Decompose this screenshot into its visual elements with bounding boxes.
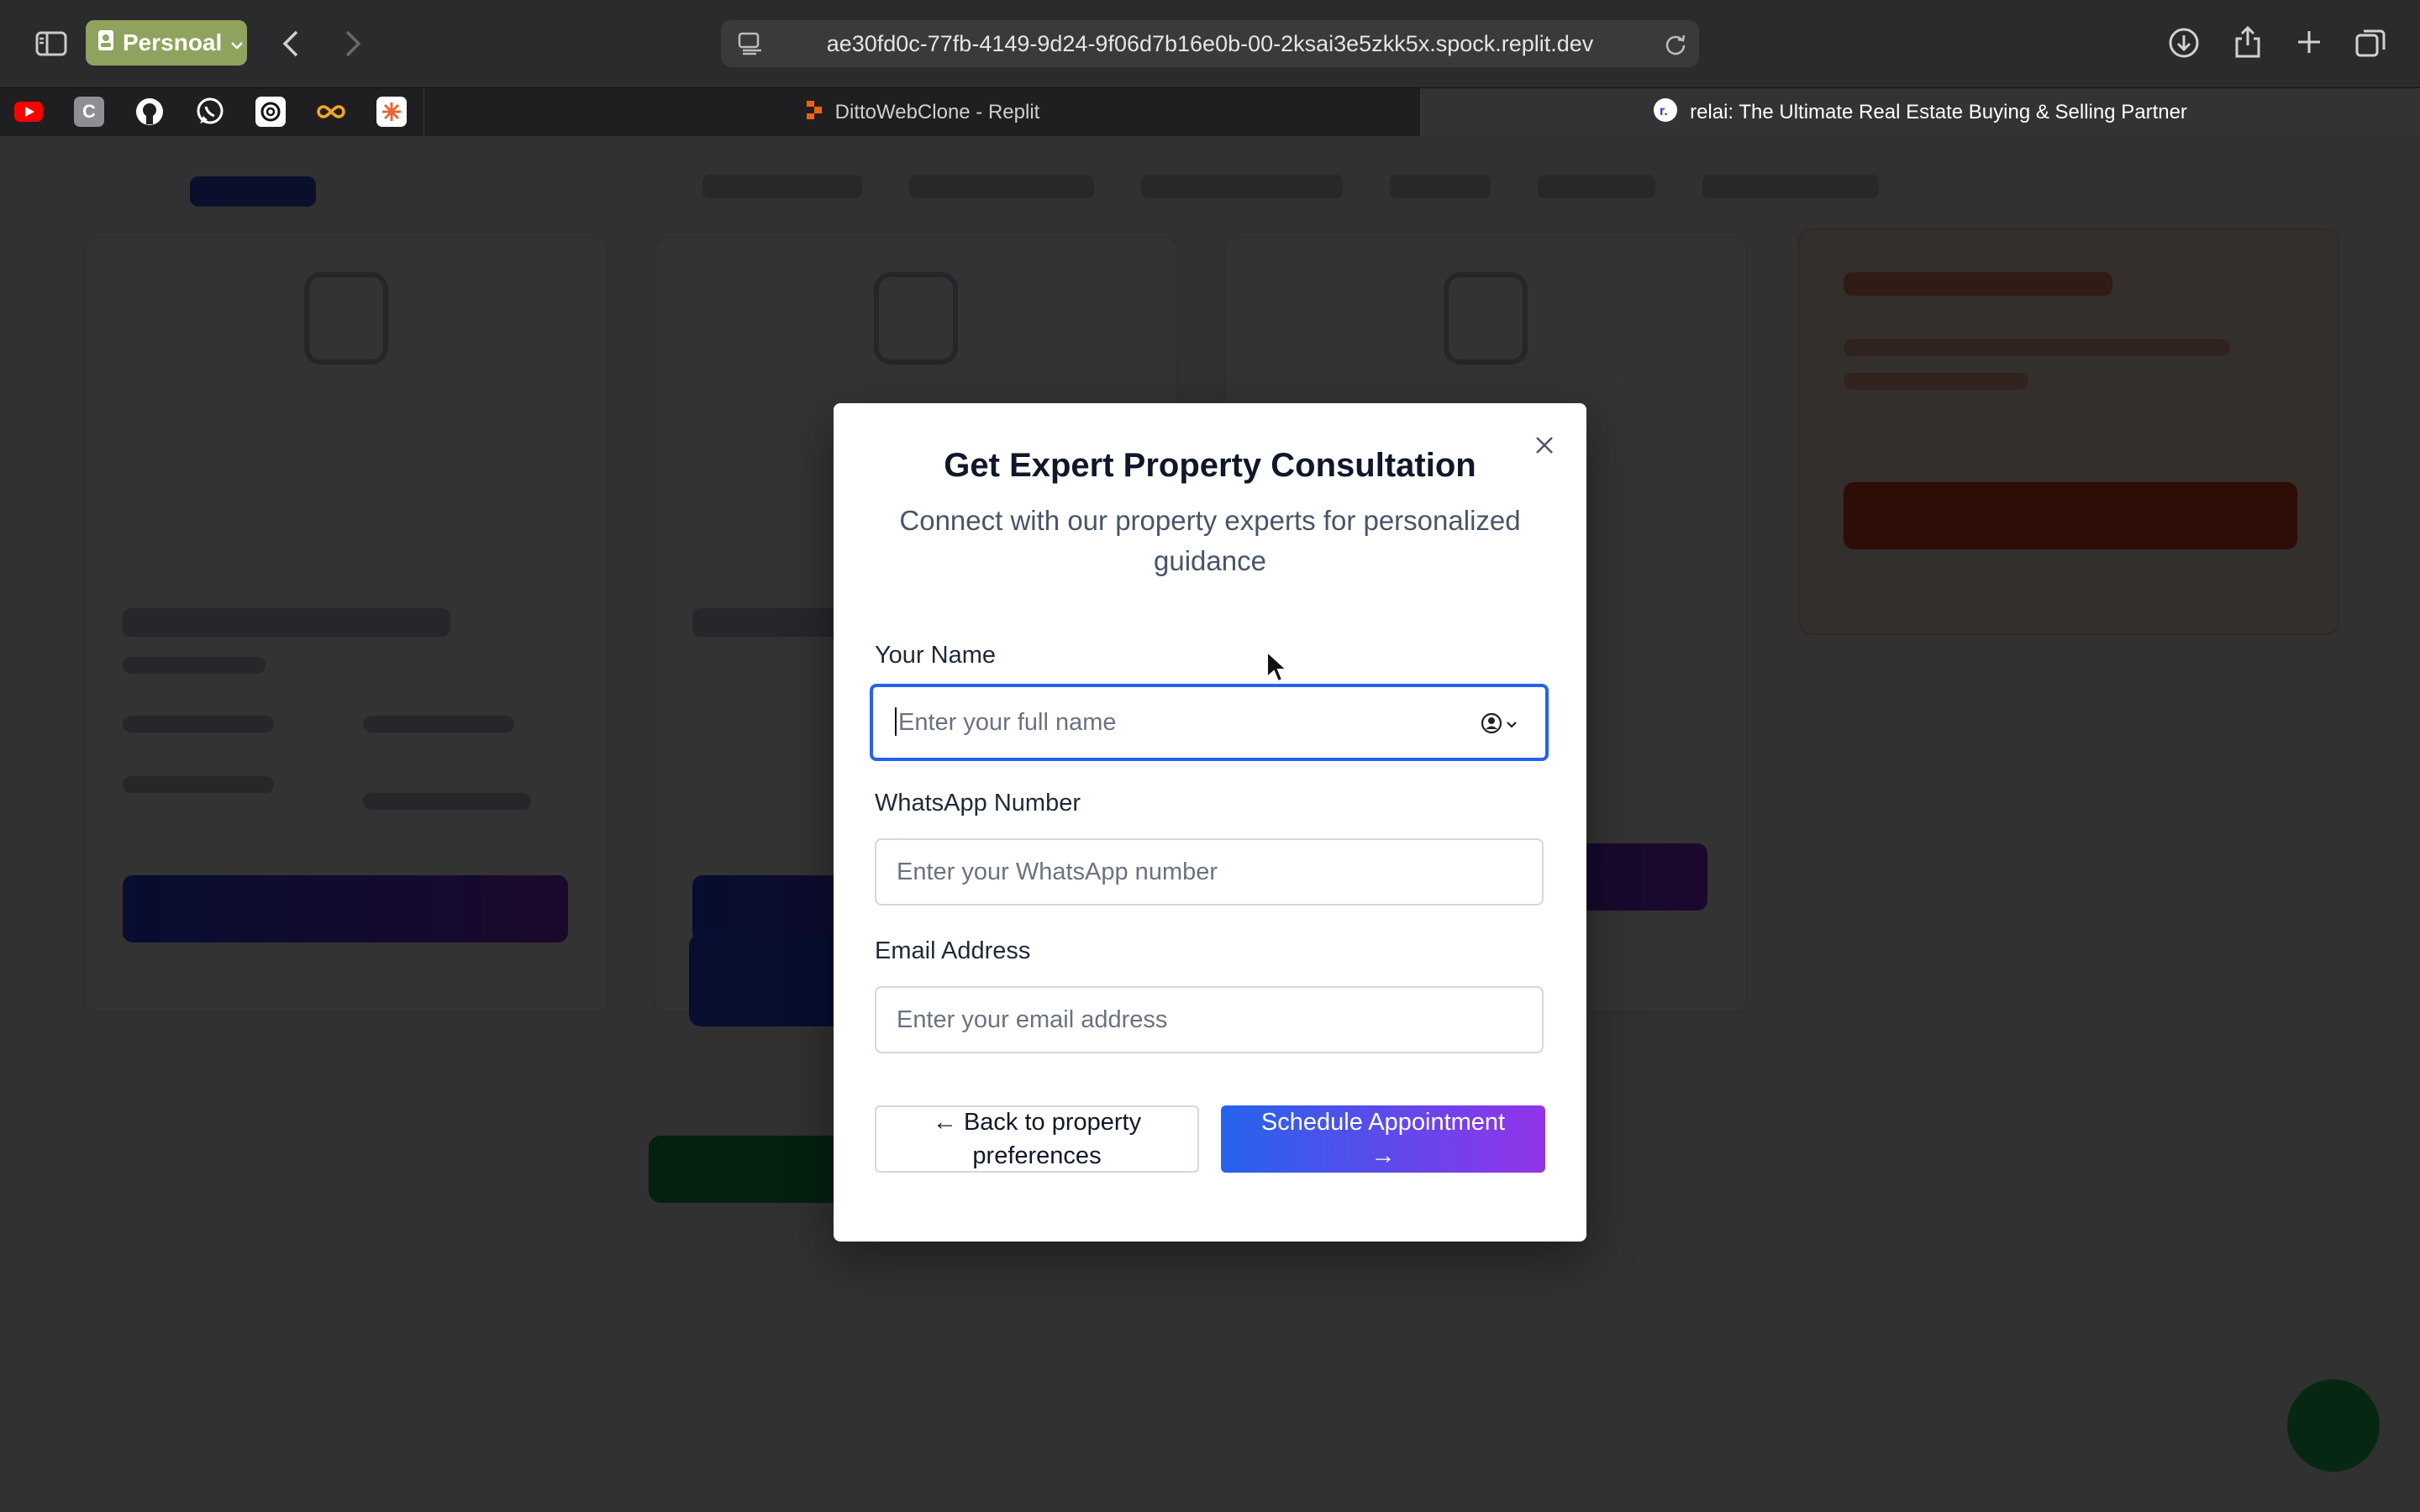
modal-title: Get Expert Property Consultation [944,447,1476,484]
profile-switcher[interactable]: Persnoal [86,20,247,66]
browser-toolbar: Persnoal ae30fd0c-77fb-4149-9d24-9f06d7b… [0,0,2420,87]
email-label: Email Address [875,937,1031,964]
contact-autofill-icon [1481,712,1502,738]
page-settings-icon[interactable] [738,32,763,61]
tab-title: relai: The Ultimate Real Estate Buying &… [1690,101,2187,123]
whatsapp-input[interactable] [875,838,1544,906]
openai-icon[interactable] [255,97,286,127]
tab-overview-icon[interactable] [2353,25,2388,60]
tab-dittowebclone[interactable]: DittoWebClone - Replit [424,88,1420,137]
whatsapp-label: WhatsApp Number [875,790,1081,816]
replit-icon [805,100,823,126]
c-bookmark-icon[interactable]: C [74,97,104,127]
infinity-icon[interactable] [316,97,346,127]
name-label: Your Name [875,642,997,669]
tab-relai[interactable]: r. relai: The Ultimate Real Estate Buyin… [1420,88,2420,137]
autofill-contact-button[interactable] [1481,712,1518,738]
address-bar[interactable]: ae30fd0c-77fb-4149-9d24-9f06d7b16e0b-00-… [721,20,1699,67]
chevron-down-icon [1506,718,1518,733]
email-input[interactable] [875,986,1544,1053]
chevron-down-icon [230,29,244,56]
back-to-preferences-button[interactable]: ← Back to property preferences [875,1105,1199,1173]
profile-label: Persnoal [123,29,223,55]
relai-favicon-icon: r. [1653,97,1678,129]
github-icon[interactable] [134,97,165,127]
new-tab-icon[interactable] [2292,25,2326,59]
downloads-icon[interactable] [2166,25,2202,60]
profile-icon [97,29,114,57]
forward-arrow-icon[interactable] [336,25,370,62]
back-arrow-icon[interactable] [274,25,308,62]
tab-bar: C DittoWebClone - Replit r. relai: The U… [0,87,2420,138]
modal-subtitle: Connect with our property experts for pe… [899,505,1521,576]
reload-icon[interactable] [1664,32,1687,61]
youtube-icon[interactable] [13,97,44,127]
share-icon[interactable] [2230,24,2265,60]
whatsapp-icon[interactable] [195,97,225,127]
sidebar-toggle-icon[interactable] [34,27,69,60]
mouse-cursor-icon [1265,649,1289,688]
tab-title: DittoWebClone - Replit [834,101,1040,123]
svg-text:r.: r. [1660,104,1668,118]
name-input[interactable] [870,684,1549,761]
schedule-appointment-button[interactable]: Schedule Appointment → [1221,1105,1545,1173]
text-caret [895,707,897,736]
claude-icon[interactable] [376,97,407,127]
url-text[interactable]: ae30fd0c-77fb-4149-9d24-9f06d7b16e0b-00-… [827,31,1594,57]
consultation-modal: Get Expert Property Consultation Connect… [834,403,1586,1242]
